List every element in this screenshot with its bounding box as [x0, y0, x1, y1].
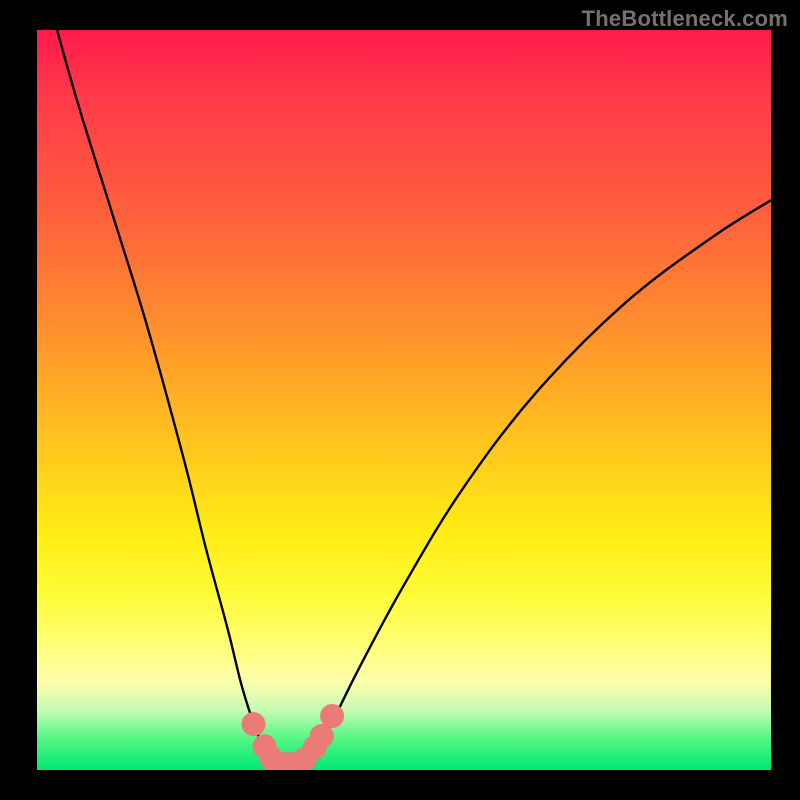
highlighted-point — [320, 704, 344, 728]
bottleneck-curve-svg — [37, 30, 771, 770]
highlighted-point — [242, 712, 266, 736]
bottleneck-curve-path — [37, 30, 771, 770]
chart-frame: TheBottleneck.com — [0, 0, 800, 800]
watermark-label: TheBottleneck.com — [582, 6, 788, 32]
highlighted-points-group — [242, 704, 345, 770]
